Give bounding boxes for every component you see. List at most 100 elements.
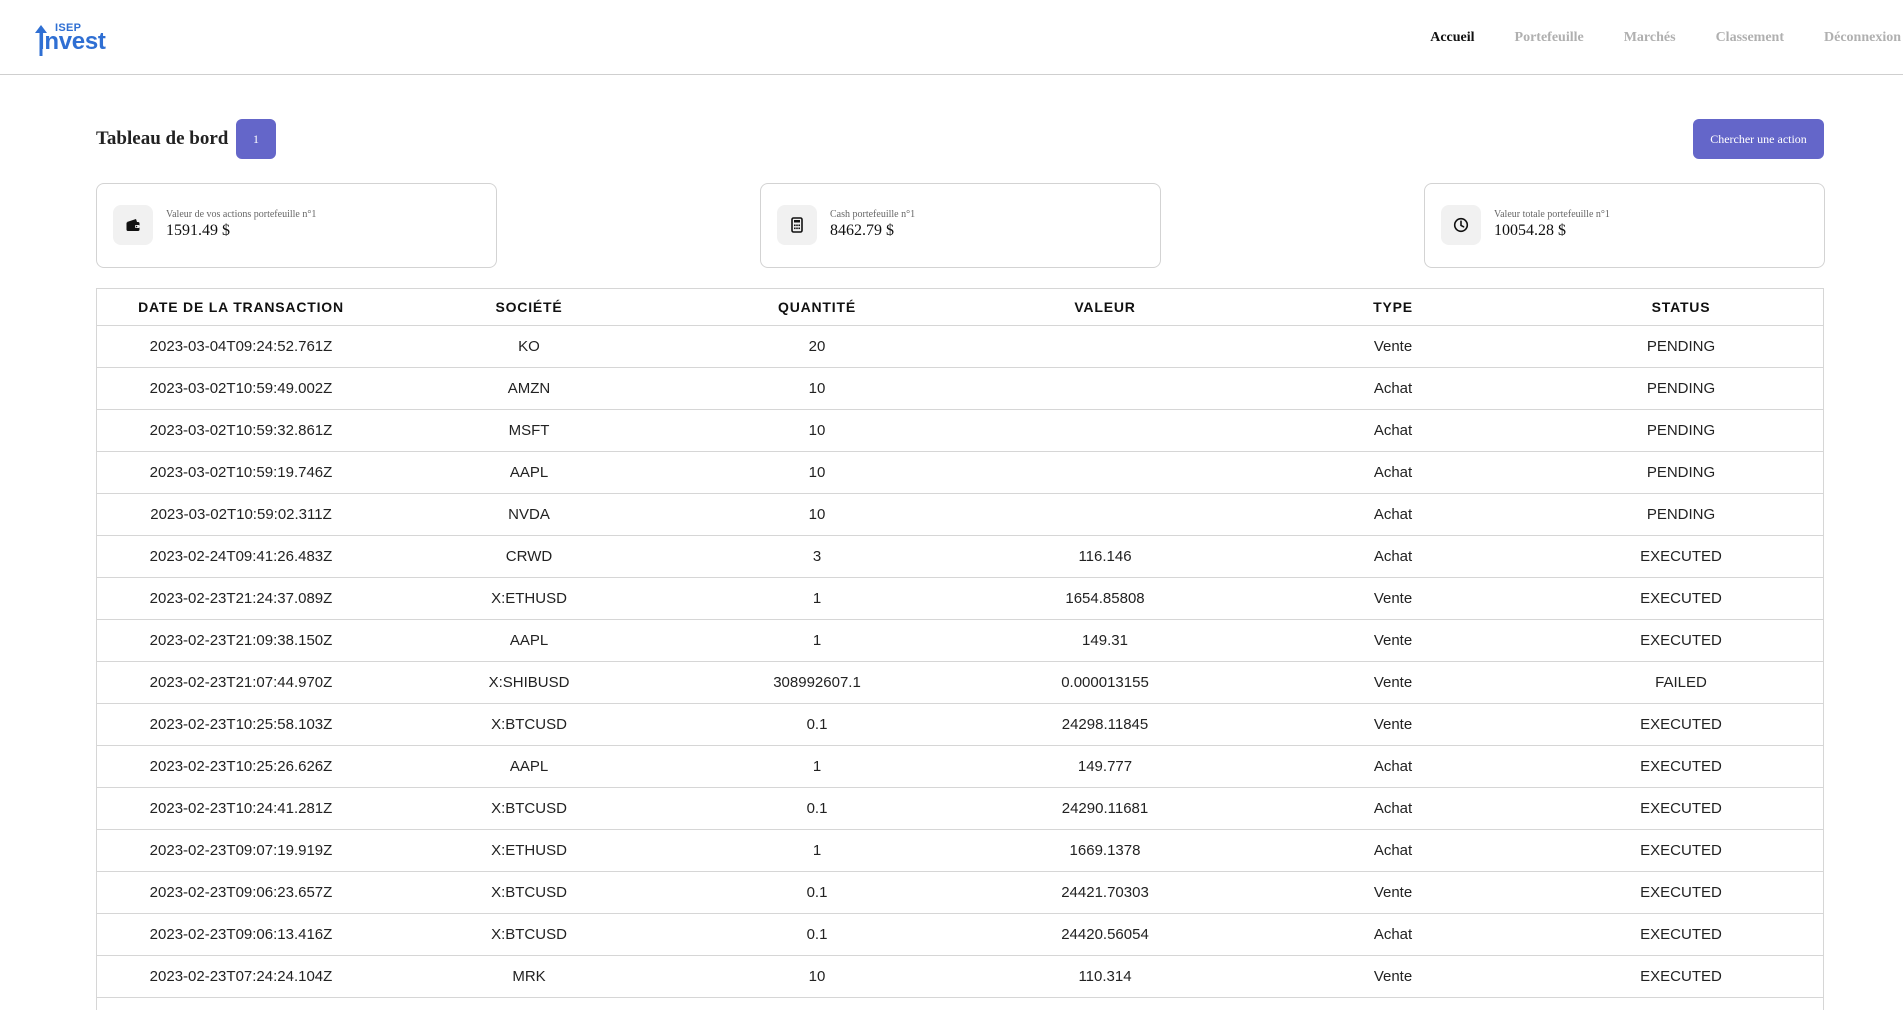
cell-date: 2023-02-23T10:24:41.281Z (97, 787, 385, 830)
cell-type: Vente (1249, 619, 1537, 662)
wallet-icon (113, 205, 153, 245)
cell-company: MRK (385, 955, 673, 998)
cell-quantity: 20 (673, 325, 961, 368)
cell-quantity: 10 (673, 367, 961, 410)
cell-date: 2023-02-23T09:07:19.919Z (97, 829, 385, 872)
cell-type: Vente (1249, 661, 1537, 704)
table-body: 2023-03-04T09:24:52.761Z KO 20 Vente PENDING… (97, 325, 1823, 998)
cell-company: X:ETHUSD (385, 829, 673, 872)
cell-quantity: 0.1 (673, 871, 961, 914)
nav-classement[interactable]: Classement (1716, 30, 1784, 46)
cell-date: 2023-03-02T10:59:19.746Z (97, 451, 385, 494)
cell-company: X:BTCUSD (385, 871, 673, 914)
table-row: 2023-02-23T21:24:37.089Z X:ETHUSD 1 1654.85… (97, 577, 1823, 620)
cell-company: AMZN (385, 367, 673, 410)
table-row: 2023-02-23T07:24:24.104Z MRK 10 110.314 Vent… (97, 955, 1823, 998)
cell-value: 110.314 (961, 955, 1249, 998)
cell-date: 2023-02-24T09:41:26.483Z (97, 535, 385, 578)
cell-type: Achat (1249, 829, 1537, 872)
nav-accueil[interactable]: Accueil (1430, 30, 1474, 46)
main-nav: Accueil Portefeuille Marchés Classement … (1390, 0, 1903, 75)
column-header-date: DATE DE LA TRANSACTION (97, 289, 385, 326)
cell-type: Vente (1249, 325, 1537, 368)
card-value: 8462.79 $ (830, 222, 894, 239)
nav-marches[interactable]: Marchés (1624, 30, 1676, 46)
cell-date: 2023-02-23T21:24:37.089Z (97, 577, 385, 620)
cell-status: PENDING (1537, 409, 1823, 452)
cell-quantity: 10 (673, 493, 961, 536)
cell-quantity: 1 (673, 619, 961, 662)
nav-portefeuille[interactable]: Portefeuille (1515, 30, 1584, 46)
cell-date: 2023-03-02T10:59:49.002Z (97, 367, 385, 410)
card-label: Cash portefeuille n°1 (830, 209, 916, 220)
stocks-value-card: Valeur de vos actions portefeuille n°1 1… (96, 183, 497, 268)
cell-quantity: 0.1 (673, 703, 961, 746)
cell-company: KO (385, 325, 673, 368)
cell-date: 2023-02-23T10:25:26.626Z (97, 745, 385, 788)
cell-quantity: 0.1 (673, 787, 961, 830)
cell-value (961, 325, 1249, 368)
cell-value: 24290.11681 (961, 787, 1249, 830)
cell-status: EXECUTED (1537, 745, 1823, 788)
table-row: 2023-02-24T09:41:26.483Z CRWD 3 116.146 Acha… (97, 535, 1823, 578)
cell-quantity: 10 (673, 409, 961, 452)
cell-date: 2023-02-23T10:25:58.103Z (97, 703, 385, 746)
logo[interactable]: ISEP Invest (34, 22, 109, 56)
cell-status: EXECUTED (1537, 577, 1823, 620)
cell-type: Vente (1249, 703, 1537, 746)
table-row: 2023-03-02T10:59:32.861Z MSFT 10 Achat PENDI… (97, 409, 1823, 452)
nav-deconnexion[interactable]: Déconnexion (1824, 30, 1901, 46)
cell-type: Achat (1249, 409, 1537, 452)
cell-company: X:BTCUSD (385, 787, 673, 830)
table-row: 2023-02-23T09:07:19.919Z X:ETHUSD 1 1669.13… (97, 829, 1823, 872)
cell-status: PENDING (1537, 367, 1823, 410)
cell-value (961, 451, 1249, 494)
table-row: 2023-02-23T21:09:38.150Z AAPL 1 149.31 Vente… (97, 619, 1823, 662)
cell-value: 149.777 (961, 745, 1249, 788)
cell-type: Achat (1249, 745, 1537, 788)
portfolio-number-button[interactable]: 1 (236, 119, 276, 159)
cell-type: Achat (1249, 493, 1537, 536)
table-row: 2023-02-23T09:06:23.657Z X:BTCUSD 0.1 24421… (97, 871, 1823, 914)
card-value: 10054.28 $ (1494, 222, 1566, 239)
cell-company: NVDA (385, 493, 673, 536)
cell-status: PENDING (1537, 493, 1823, 536)
table-row: 2023-03-02T10:59:19.746Z AAPL 10 Achat PENDI… (97, 451, 1823, 494)
cell-date: 2023-02-23T21:07:44.970Z (97, 661, 385, 704)
cell-quantity: 308992607.1 (673, 661, 961, 704)
page-title: Tableau de bord (96, 128, 229, 149)
column-header-value: VALEUR (961, 289, 1249, 326)
cell-quantity: 10 (673, 955, 961, 998)
cell-value (961, 409, 1249, 452)
cell-status: FAILED (1537, 661, 1823, 704)
cell-type: Achat (1249, 367, 1537, 410)
search-stock-button[interactable]: Chercher une action (1693, 119, 1824, 159)
cell-quantity: 1 (673, 829, 961, 872)
cell-company: AAPL (385, 451, 673, 494)
cell-value: 116.146 (961, 535, 1249, 578)
cell-value (961, 367, 1249, 410)
cell-company: X:BTCUSD (385, 703, 673, 746)
column-header-type: TYPE (1249, 289, 1537, 326)
cell-type: Vente (1249, 871, 1537, 914)
cell-status: PENDING (1537, 325, 1823, 368)
table-row: 2023-02-23T21:07:44.970Z X:SHIBUSD 3089926… (97, 661, 1823, 704)
cell-type: Achat (1249, 451, 1537, 494)
column-header-company: SOCIÉTÉ (385, 289, 673, 326)
table-row: 2023-02-23T10:25:26.626Z AAPL 1 149.777 Acha… (97, 745, 1823, 788)
transactions-table: DATE DE LA TRANSACTION SOCIÉTÉ QUANTITÉ … (97, 289, 1823, 998)
cell-value: 1669.1378 (961, 829, 1249, 872)
cell-date: 2023-03-04T09:24:52.761Z (97, 325, 385, 368)
cell-date: 2023-02-23T09:06:13.416Z (97, 913, 385, 956)
logo-main-text: Invest (38, 28, 106, 55)
cell-value: 1654.85808 (961, 577, 1249, 620)
table-row: 2023-02-23T10:25:58.103Z X:BTCUSD 0.1 24298… (97, 703, 1823, 746)
column-header-quantity: QUANTITÉ (673, 289, 961, 326)
cell-quantity: 1 (673, 745, 961, 788)
cell-company: AAPL (385, 619, 673, 662)
total-value-card: Valeur totale portefeuille n°1 10054.28 … (1424, 183, 1825, 268)
transactions-table-container: DATE DE LA TRANSACTION SOCIÉTÉ QUANTITÉ … (96, 288, 1824, 1010)
cell-status: EXECUTED (1537, 703, 1823, 746)
table-row: 2023-03-04T09:24:52.761Z KO 20 Vente PENDING (97, 325, 1823, 368)
top-navbar: ISEP Invest Accueil Portefeuille Marchés… (0, 0, 1903, 75)
